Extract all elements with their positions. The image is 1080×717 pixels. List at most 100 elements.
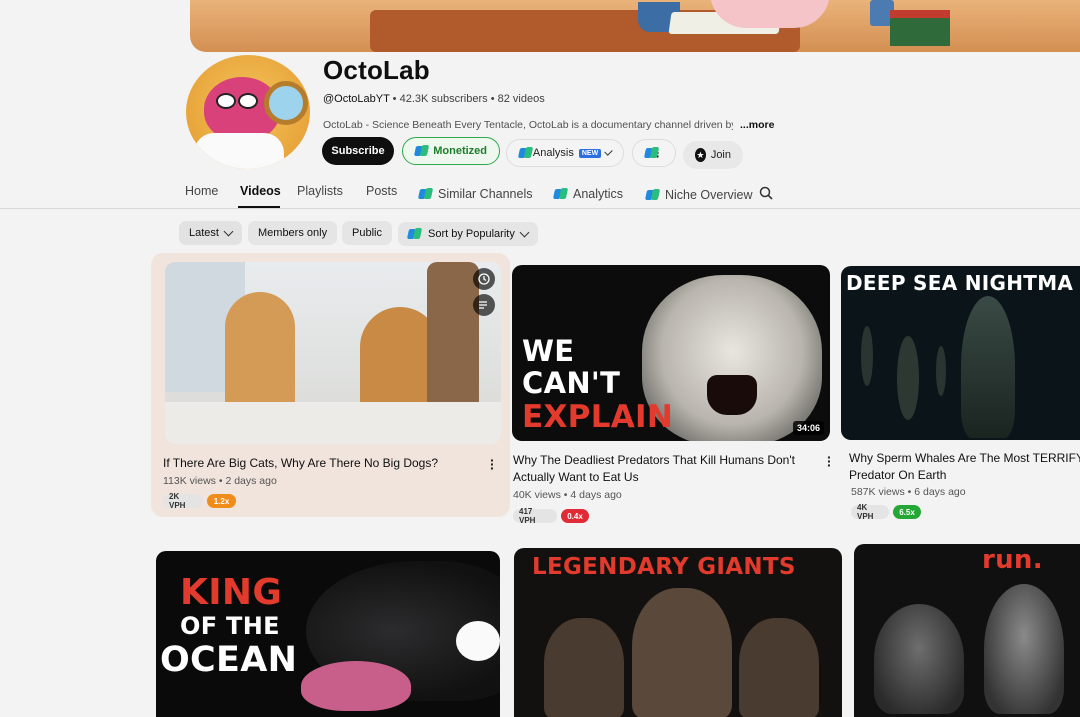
thumbnail-person [427,262,479,422]
video-thumbnail[interactable] [165,262,501,444]
thumbnail-text-line: WE [522,334,575,368]
tab-analytics[interactable]: Analytics [554,187,623,201]
vidiq-logo-icon [519,147,528,159]
meta-separator: • [392,93,397,105]
vph-badge: 417 VPH [513,507,557,525]
tab-niche-overview-label: Niche Overview [665,188,753,202]
channel-name: OctoLab [323,55,430,85]
chevron-down-icon [223,226,234,237]
video-options-icon[interactable]: · · · [827,450,832,472]
video-meta: 40K views • 4 days ago [513,489,622,501]
meta-separator: • [490,93,495,105]
channel-avatar[interactable] [186,55,310,169]
monetized-button[interactable]: Monetized [402,137,500,165]
channel-description[interactable]: OctoLab - Science Beneath Every Tentacle… [323,119,733,131]
magnifying-glass-icon [264,81,308,125]
vph-badge: 2K VPH [163,492,203,510]
description-more-link[interactable]: ...more [740,119,774,131]
tab-similar-channels-label: Similar Channels [438,187,533,201]
thumbnail-sperm-whale [961,296,1015,438]
avatar-eye [238,93,258,109]
video-thumbnail[interactable]: run. [854,544,1080,717]
tab-similar-channels[interactable]: Similar Channels [419,187,532,201]
video-thumbnail[interactable]: WE CAN'T EXPLAIN 34:06 [512,265,830,441]
tab-home[interactable]: Home [185,184,218,198]
filter-latest-label: Latest [189,227,219,239]
add-to-queue-icon[interactable] [473,294,495,316]
thumbnail-eagle [984,584,1064,714]
video-age: 6 days ago [914,486,966,498]
filter-public[interactable]: Public [342,221,392,245]
video-title-line[interactable]: Why The Deadliest Predators That Kill Hu… [513,452,813,468]
thumbnail-text-line: OCEAN [160,640,298,680]
thumbnail-text: DEEP SEA NIGHTMA [846,271,1074,295]
search-icon[interactable] [759,186,773,200]
thumbnail-whale-small [897,336,919,420]
chevron-down-icon [604,147,613,156]
avatar-lab-coat [194,133,284,169]
join-button[interactable]: ★ Join [683,141,743,169]
outlier-ratio-badge: 6.5x [893,505,921,519]
video-options-icon[interactable]: · · · [490,453,495,475]
filter-members-only[interactable]: Members only [248,221,338,245]
thumbnail-text-line: KING [180,572,283,613]
thumbnail-whale-small [861,326,873,386]
tab-niche-overview[interactable]: Niche Overview [646,188,753,202]
thumbnail-mammoth [544,618,624,717]
analysis-button[interactable]: Analysis NEW [506,139,624,167]
video-title-line[interactable]: Predator On Earth [849,467,1080,483]
extension-menu-button[interactable]: ⋮ [632,139,676,167]
video-thumbnail[interactable]: KING OF THE OCEAN [156,551,500,717]
video-thumbnail[interactable]: DEEP SEA NIGHTMA [841,266,1080,440]
sort-label: Sort by Popularity [428,228,515,240]
watch-later-icon[interactable] [473,268,495,290]
avatar-eye [216,93,236,109]
tabs-divider [0,208,1080,209]
meta-separator: • [907,486,912,498]
subscriber-count: 42.3K subscribers [399,93,488,105]
outlier-ratio-badge: 1.2x [207,494,236,508]
banner-books [890,10,950,46]
video-meta: 587K views • 6 days ago [851,486,966,498]
meta-separator: • [218,475,223,487]
thumbnail-text: run. [982,545,1043,575]
thumbnail-text-line: CAN'T [522,366,621,400]
thumbnail-orca-mouth [301,661,411,711]
subscribe-button[interactable]: Subscribe [322,137,394,165]
outlier-ratio-badge: 0.4x [561,509,589,523]
thumbnail-text: LEGENDARY GIANTS [532,554,796,580]
sort-by-popularity-dropdown[interactable]: Sort by Popularity [398,222,538,246]
video-meta: 113K views • 2 days ago [163,475,277,487]
channel-banner [190,0,1080,52]
filter-latest[interactable]: Latest [179,221,242,245]
thumbnail-whale-small [936,346,946,396]
tab-playlists[interactable]: Playlists [297,184,343,198]
tab-posts[interactable]: Posts [366,184,397,198]
video-title-line[interactable]: Actually Want to Eat Us [513,469,813,485]
tab-analytics-label: Analytics [573,187,624,201]
analysis-label: Analysis [532,147,574,159]
thumbnail-text-line: OF THE [180,612,280,640]
membership-star-icon: ★ [695,148,706,162]
vidiq-logo-icon [646,189,660,201]
channel-handle: @OctoLabYT [323,93,390,105]
video-title[interactable]: If There Are Big Cats, Why Are There No … [163,455,483,471]
thumbnail-mammoth [739,618,819,717]
video-age: 4 days ago [570,489,622,501]
video-thumbnail[interactable]: LEGENDARY GIANTS [514,548,842,717]
video-title-line[interactable]: Why Sperm Whales Are The Most TERRIFYI [849,450,1080,466]
thumbnail-bear-mouth [707,375,757,415]
tab-videos[interactable]: Videos [240,184,281,198]
vidiq-logo-icon [415,145,428,157]
vidiq-logo-icon [554,188,568,200]
video-views: 587K views [851,486,905,498]
thumbnail-mammoth [632,588,732,717]
vph-badge: 4K VPH [851,503,889,521]
thumbnail-floor [165,402,501,444]
join-label: Join [710,149,731,161]
new-badge: NEW [578,148,602,158]
video-age: 2 days ago [225,475,277,487]
video-views: 40K views [513,489,561,501]
video-count: 82 videos [497,93,545,105]
vidiq-logo-icon [645,147,647,159]
